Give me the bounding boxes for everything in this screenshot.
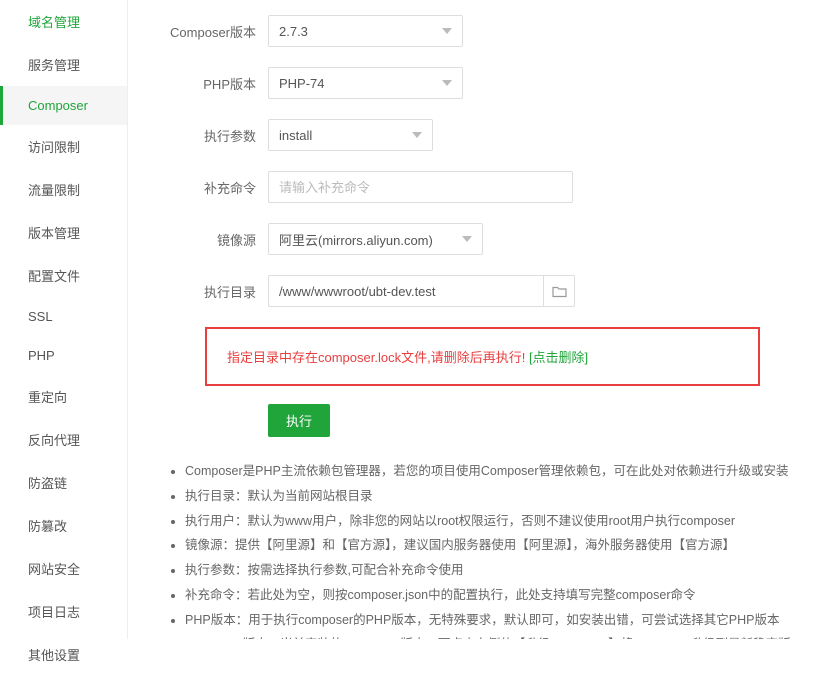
sidebar-item-php[interactable]: PHP xyxy=(0,336,127,375)
chevron-down-icon xyxy=(462,236,472,242)
mirror-value: 阿里云(mirrors.aliyun.com) xyxy=(279,230,433,249)
sidebar-item-composer[interactable]: Composer xyxy=(0,86,127,125)
exec-params-label: 执行参数 xyxy=(158,126,268,145)
composer-version-label: Composer版本 xyxy=(158,22,268,41)
sidebar: 域名管理 服务管理 Composer 访问限制 流量限制 版本管理 配置文件 S… xyxy=(0,0,128,639)
exec-params-select[interactable]: install xyxy=(268,119,433,151)
sidebar-item-domain[interactable]: 域名管理 xyxy=(0,0,127,43)
sidebar-item-traffic[interactable]: 流量限制 xyxy=(0,168,127,211)
mirror-select[interactable]: 阿里云(mirrors.aliyun.com) xyxy=(268,223,483,255)
sidebar-item-tamper[interactable]: 防篡改 xyxy=(0,504,127,547)
info-item: 镜像源：提供【阿里源】和【官方源】，建议国内服务器使用【阿里源】，海外服务器使用… xyxy=(185,536,805,555)
execute-button[interactable]: 执行 xyxy=(268,404,330,437)
info-item: 执行用户：默认为www用户，除非您的网站以root权限运行，否则不建议使用roo… xyxy=(185,512,805,531)
folder-icon xyxy=(552,285,567,298)
extra-cmd-input[interactable] xyxy=(268,171,573,203)
php-version-label: PHP版本 xyxy=(158,74,268,93)
info-item: Composer版本：当前安装的Composer版本，可点击右侧的【升级Comp… xyxy=(185,635,805,639)
exec-params-value: install xyxy=(279,128,312,143)
alert-text: 指定目录中存在composer.lock文件,请删除后再执行! xyxy=(227,350,529,365)
sidebar-item-logs[interactable]: 项目日志 xyxy=(0,590,127,633)
sidebar-item-access[interactable]: 访问限制 xyxy=(0,125,127,168)
sidebar-item-ssl[interactable]: SSL xyxy=(0,297,127,336)
chevron-down-icon xyxy=(442,28,452,34)
sidebar-item-version[interactable]: 版本管理 xyxy=(0,211,127,254)
browse-folder-button[interactable] xyxy=(543,275,575,307)
info-item: 执行参数：按需选择执行参数,可配合补充命令使用 xyxy=(185,561,805,580)
main-panel: Composer版本 2.7.3 PHP版本 PHP-74 执行参数 insta… xyxy=(128,0,825,639)
info-item: Composer是PHP主流依赖包管理器，若您的项目使用Composer管理依赖… xyxy=(185,462,805,481)
composer-version-select[interactable]: 2.7.3 xyxy=(268,15,463,47)
composer-version-value: 2.7.3 xyxy=(279,24,308,39)
alert-delete-link[interactable]: [点击删除] xyxy=(529,350,588,365)
mirror-label: 镜像源 xyxy=(158,230,268,249)
sidebar-item-antileech[interactable]: 防盗链 xyxy=(0,461,127,504)
info-item: PHP版本：用于执行composer的PHP版本，无特殊要求，默认即可，如安装出… xyxy=(185,611,805,630)
chevron-down-icon xyxy=(442,80,452,86)
info-item: 执行目录：默认为当前网站根目录 xyxy=(185,487,805,506)
alert-box: 指定目录中存在composer.lock文件,请删除后再执行! [点击删除] xyxy=(205,327,760,386)
info-list: Composer是PHP主流依赖包管理器，若您的项目使用Composer管理依赖… xyxy=(158,462,805,639)
extra-cmd-label: 补充命令 xyxy=(158,178,268,197)
exec-dir-input[interactable] xyxy=(268,275,543,307)
php-version-value: PHP-74 xyxy=(279,76,325,91)
sidebar-item-security[interactable]: 网站安全 xyxy=(0,547,127,590)
info-item: 补充命令：若此处为空，则按composer.json中的配置执行，此处支持填写完… xyxy=(185,586,805,605)
php-version-select[interactable]: PHP-74 xyxy=(268,67,463,99)
sidebar-item-config[interactable]: 配置文件 xyxy=(0,254,127,297)
sidebar-item-redirect[interactable]: 重定向 xyxy=(0,375,127,418)
chevron-down-icon xyxy=(412,132,422,138)
sidebar-item-service[interactable]: 服务管理 xyxy=(0,43,127,86)
sidebar-item-other[interactable]: 其他设置 xyxy=(0,633,127,676)
exec-dir-label: 执行目录 xyxy=(158,282,268,301)
sidebar-item-proxy[interactable]: 反向代理 xyxy=(0,418,127,461)
